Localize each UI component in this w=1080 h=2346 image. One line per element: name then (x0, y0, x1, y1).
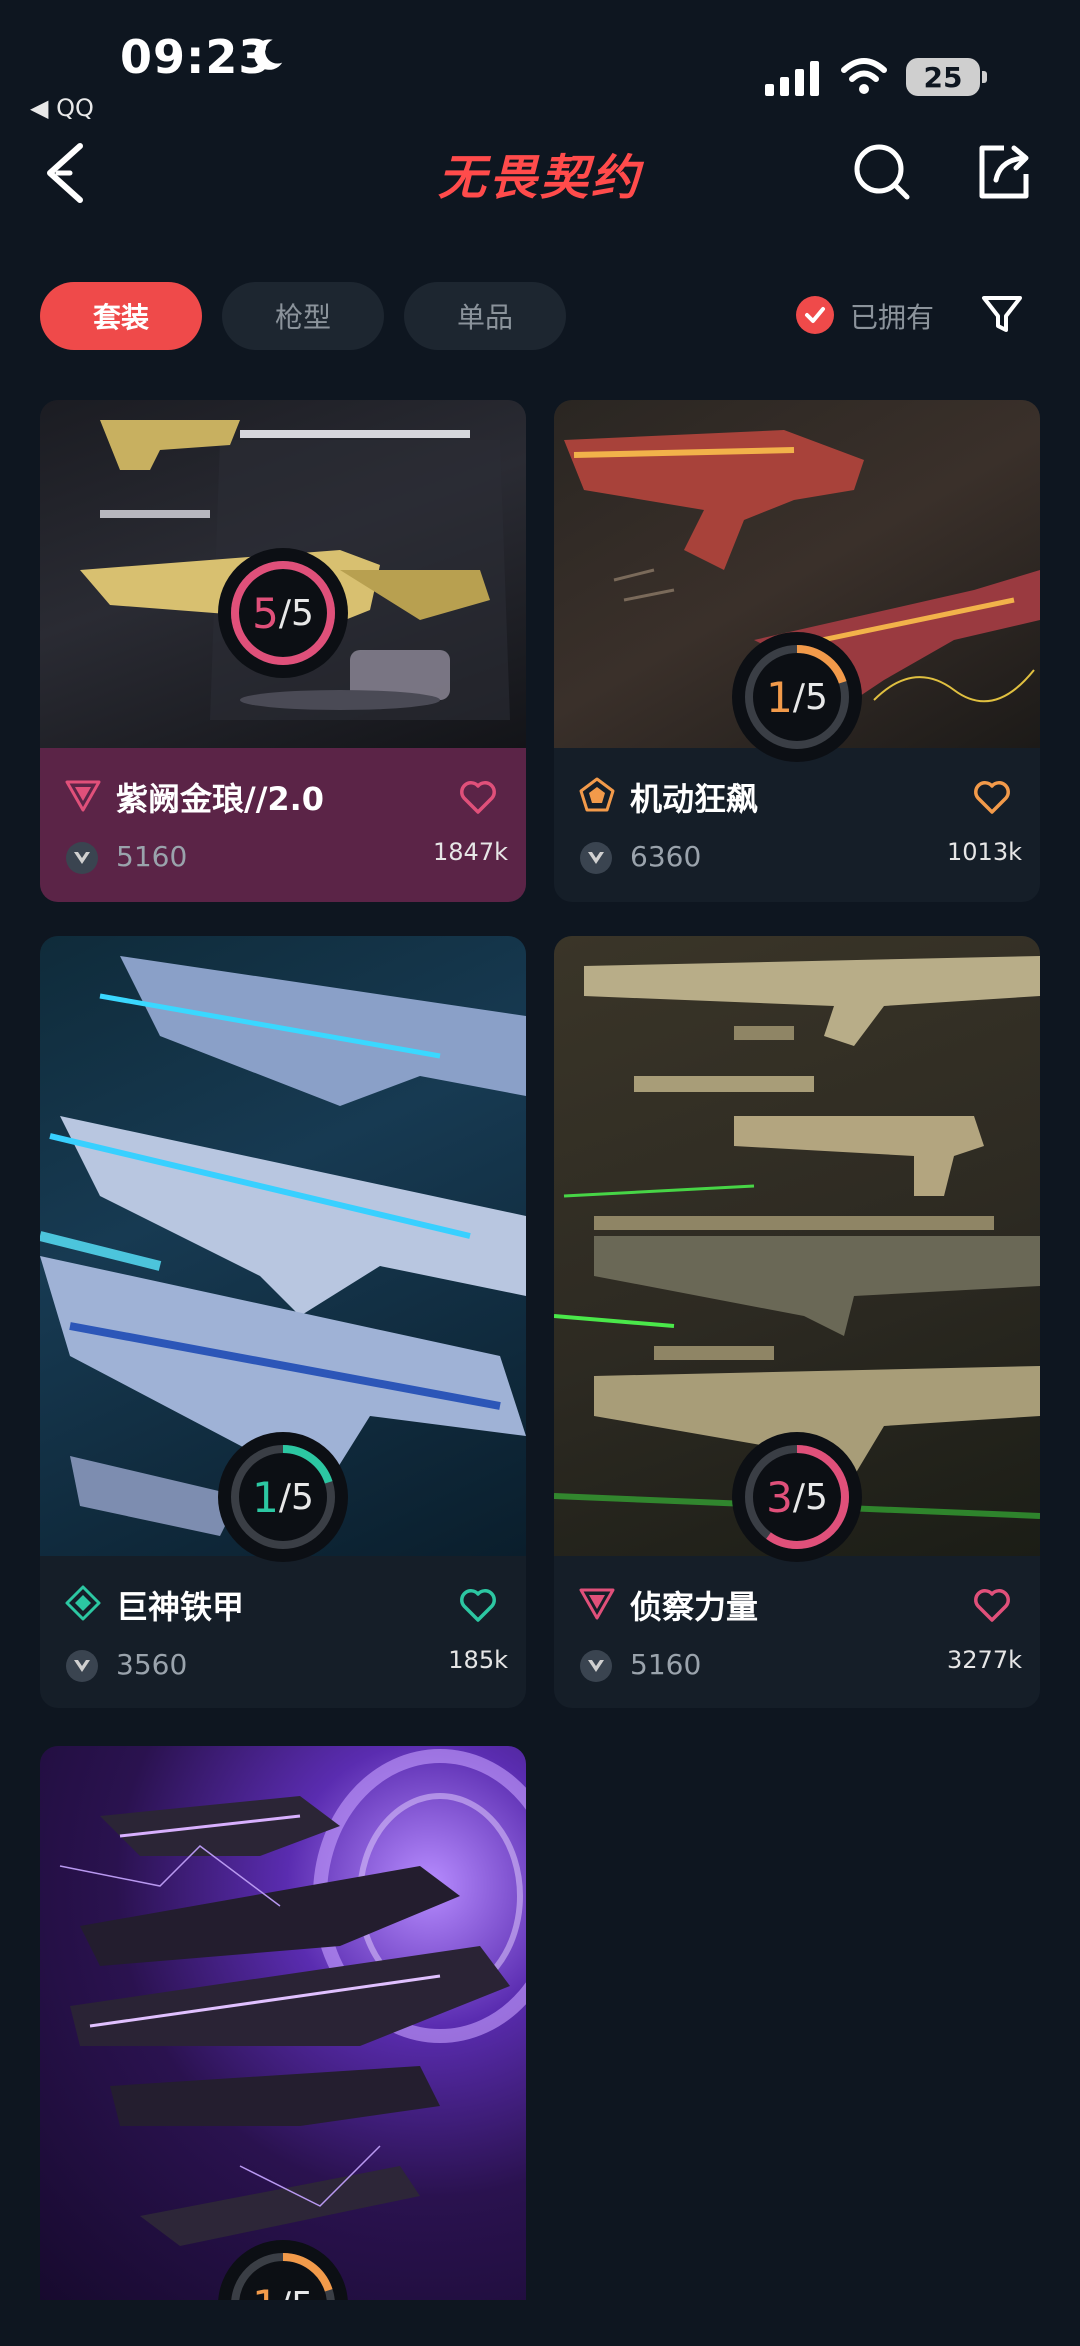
back-to-app-link[interactable]: ◀ QQ (30, 94, 94, 122)
bundle-name: 侦察力量 (630, 1588, 759, 1626)
total-count: 5 (804, 676, 828, 718)
bundle-info: 机动狂飙 6360 1013k (554, 748, 1040, 902)
cellular-signal-icon (765, 61, 819, 96)
owned-count: 1 (252, 1472, 279, 1522)
ownership-progress-ring: 1/5 (218, 2240, 348, 2300)
checkmark-icon (805, 307, 825, 323)
rank-diamond-icon (65, 1585, 101, 1621)
owned-count: 1 (766, 672, 793, 722)
share-icon[interactable] (974, 142, 1034, 202)
bundle-name: 机动狂飙 (630, 780, 759, 818)
tab-single-item[interactable]: 单品 (404, 282, 566, 350)
total-count: 5 (804, 1476, 828, 1518)
status-bar: 09:23 ◀ QQ 25 (0, 0, 1080, 122)
bundle-name: 紫阙金琅//2.0 (116, 780, 325, 818)
bundle-price: 6360 (630, 840, 702, 873)
bundle-info: 侦察力量 5160 3277k (554, 1556, 1040, 1708)
bundle-info: 巨神铁甲 3560 185k (40, 1556, 526, 1708)
back-arrow-icon[interactable] (40, 140, 100, 206)
bundle-price: 3560 (116, 1648, 188, 1681)
filter-icon[interactable] (980, 292, 1024, 336)
owned-count: 5 (252, 588, 279, 638)
battery-indicator: 25 (906, 58, 987, 96)
like-count: 185k (448, 1646, 508, 1674)
ownership-progress-ring: 1/5 (732, 632, 862, 762)
owned-count: 3 (766, 1472, 793, 1522)
currency-icon (66, 842, 98, 874)
currency-icon (580, 1650, 612, 1682)
search-icon[interactable] (852, 142, 912, 202)
heart-icon[interactable] (458, 1586, 498, 1624)
owned-checkbox[interactable] (796, 296, 834, 334)
tab-weapon-type[interactable]: 枪型 (222, 282, 384, 350)
ownership-progress-ring: 1/5 (218, 1432, 348, 1562)
bundle-name: 巨神铁甲 (116, 1588, 245, 1626)
currency-icon (66, 1650, 98, 1682)
tab-bundle[interactable]: 套装 (40, 282, 202, 350)
wifi-icon (841, 58, 887, 94)
total-count: 5 (291, 2285, 314, 2301)
currency-icon (580, 842, 612, 874)
bundle-card[interactable]: 3/5 侦察力量 5160 3277k (554, 936, 1040, 1708)
bundle-card[interactable]: 1/5 巨神铁甲 3560 185k (40, 936, 526, 1708)
like-count: 1847k (433, 838, 508, 866)
bundle-card[interactable]: 5/5 紫阙金琅//2.0 5160 1847k (40, 400, 526, 902)
moon-icon (254, 39, 283, 70)
bundle-price: 5160 (630, 1648, 702, 1681)
heart-icon[interactable] (972, 1586, 1012, 1624)
bundle-price: 5160 (116, 840, 188, 873)
like-count: 3277k (947, 1646, 1022, 1674)
ownership-progress-ring: 5/5 (218, 548, 348, 678)
ownership-progress-ring: 3/5 (732, 1432, 862, 1562)
rank-pentagon-icon (579, 777, 615, 812)
like-count: 1013k (947, 838, 1022, 866)
bundle-card[interactable]: 1/5 机动狂飙 6360 1013k (554, 400, 1040, 902)
heart-icon[interactable] (972, 778, 1012, 816)
owned-count: 1 (252, 2281, 279, 2301)
owned-filter-label[interactable]: 已拥有 (850, 296, 934, 336)
heart-icon[interactable] (458, 778, 498, 816)
rank-triangle-icon (65, 780, 101, 812)
total-count: 5 (290, 592, 314, 634)
bundle-card[interactable]: 1/5 (40, 1746, 526, 2300)
page-title-logo: 无畏契约 (437, 150, 642, 206)
rank-triangle-icon (579, 1588, 615, 1620)
bundle-info: 紫阙金琅//2.0 5160 1847k (40, 748, 526, 902)
total-count: 5 (290, 1476, 314, 1518)
bundle-image (40, 1746, 526, 2300)
